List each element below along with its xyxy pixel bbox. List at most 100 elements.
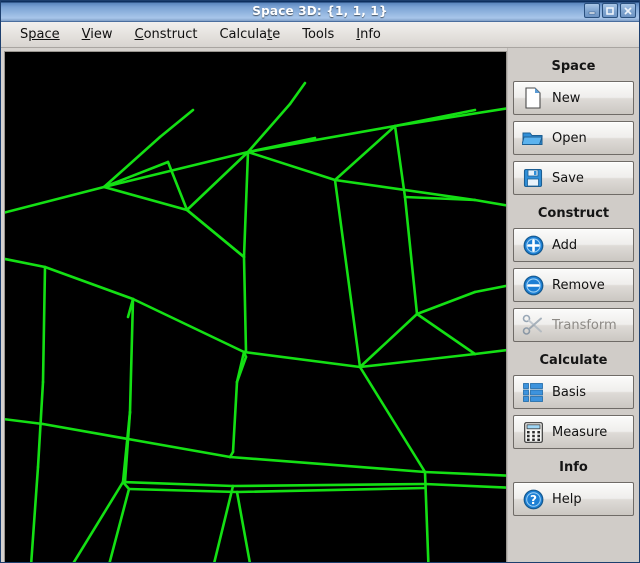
tool-sidebar: Space New Open Save Construct Add Remove… [507, 48, 639, 562]
title-bar[interactable]: Space 3D: {1, 1, 1} [1, 1, 639, 22]
wireframe-edge [231, 380, 239, 454]
wireframe-edge [423, 482, 506, 489]
wireframe-edge [231, 482, 427, 488]
wireframe-edge [358, 365, 427, 474]
wireframe-edge [228, 455, 427, 474]
wireframe-edge [128, 297, 135, 414]
section-heading-info: Info [559, 460, 588, 475]
add-button[interactable]: Add [513, 228, 634, 262]
wireframe-edge [415, 312, 477, 356]
menu-info[interactable]: Info [347, 25, 390, 44]
save-button[interactable]: Save [513, 161, 634, 195]
wireframe-edge [108, 487, 131, 562]
section-heading-calculate: Calculate [539, 353, 608, 368]
measure-button[interactable]: Measure [513, 415, 634, 449]
wireframe-edge [29, 465, 40, 562]
menu-tools-pre: Tools [302, 27, 335, 42]
menu-construct[interactable]: Construct [126, 25, 207, 44]
maximize-button[interactable] [602, 3, 618, 18]
wireframe-edge [358, 312, 419, 369]
menu-info-post: nfo [360, 27, 381, 42]
wireframe-edge [158, 108, 195, 139]
calculator-icon [522, 421, 544, 443]
menu-tools[interactable]: Tools [293, 25, 343, 44]
wireframe-edge [333, 178, 362, 369]
open-folder-icon [522, 127, 544, 149]
wireframe-edge [288, 81, 307, 106]
open-button-label: Open [552, 130, 587, 146]
add-button-label: Add [552, 237, 578, 253]
menu-space[interactable]: Space [11, 25, 69, 44]
wireframe-edge [127, 487, 239, 494]
window-controls [584, 3, 636, 18]
remove-button-label: Remove [552, 277, 605, 293]
transform-button[interactable]: Transform [513, 308, 634, 342]
wireframe-edge [121, 480, 235, 488]
window-body: Space New Open Save Construct Add Remove… [1, 48, 639, 562]
save-button-label: Save [552, 170, 584, 186]
menu-view-post: iew [90, 27, 113, 42]
floppy-disk-icon [522, 167, 544, 189]
minus-circle-icon [522, 274, 544, 296]
wireframe-edge [423, 470, 430, 562]
basis-button[interactable]: Basis [513, 375, 634, 409]
section-heading-construct: Construct [537, 206, 610, 221]
help-button[interactable]: ? Help [513, 482, 634, 516]
open-button[interactable]: Open [513, 121, 634, 155]
menu-construct-post: onstruct [143, 27, 198, 42]
wireframe-edge [403, 195, 419, 316]
wireframe-edge [242, 255, 248, 354]
wireframe-edge [41, 265, 47, 384]
wireframe-edge [235, 486, 427, 494]
menu-calculate-pre: Calcula [219, 27, 268, 42]
wireframe-edge [43, 265, 135, 301]
grid-blocks-icon [522, 381, 544, 403]
wireframe-edge [5, 417, 45, 426]
menu-view[interactable]: View [73, 25, 122, 44]
basis-button-label: Basis [552, 384, 587, 400]
menu-bar: Space View Construct Calculate Tools Inf… [1, 22, 639, 48]
wireframe-edge [473, 198, 506, 207]
wireframe-scene [5, 81, 506, 562]
minimize-button[interactable] [584, 3, 600, 18]
wireframe-edge [5, 185, 106, 214]
wireframe-edge [242, 150, 250, 259]
close-button[interactable] [620, 3, 636, 18]
new-document-icon [522, 87, 544, 109]
wireframe-edge [242, 350, 362, 369]
menu-calculate[interactable]: Calculate [210, 25, 289, 44]
viewport-container [1, 48, 507, 562]
new-button[interactable]: New [513, 81, 634, 115]
wireframe-edge [358, 352, 477, 369]
svg-text:?: ? [530, 493, 537, 507]
menu-construct-mnemonic: C [134, 27, 144, 42]
menu-calculate-post: e [272, 27, 281, 42]
wireframe-edge [415, 290, 477, 316]
question-circle-icon: ? [522, 488, 544, 510]
measure-button-label: Measure [552, 424, 608, 440]
transform-button-label: Transform [552, 317, 617, 333]
wireframe-edge [393, 124, 407, 199]
menu-view-mnemonic: V [81, 27, 91, 42]
wireframe-edge [5, 257, 47, 269]
remove-button[interactable]: Remove [513, 268, 634, 302]
menu-space-mnemonic: pace [28, 27, 60, 42]
wireframe-edge [131, 297, 246, 354]
scissors-icon [522, 314, 544, 336]
wireframe-edge [473, 284, 506, 294]
wireframe-edge [185, 208, 246, 259]
wireframe-edge [235, 490, 252, 562]
plus-circle-icon [522, 234, 544, 256]
wireframe-edge [393, 107, 506, 128]
maximize-icon [606, 6, 614, 15]
wireframe-edge [246, 124, 397, 154]
close-icon [624, 7, 632, 14]
wireframe-edge [473, 348, 506, 356]
new-button-label: New [552, 90, 581, 106]
help-button-label: Help [552, 491, 582, 507]
space-3d-viewport[interactable] [4, 51, 507, 562]
wireframe-edge [213, 484, 235, 562]
wireframe-edge [246, 150, 337, 182]
section-heading-space: Space [551, 59, 596, 74]
minimize-icon [588, 11, 596, 14]
